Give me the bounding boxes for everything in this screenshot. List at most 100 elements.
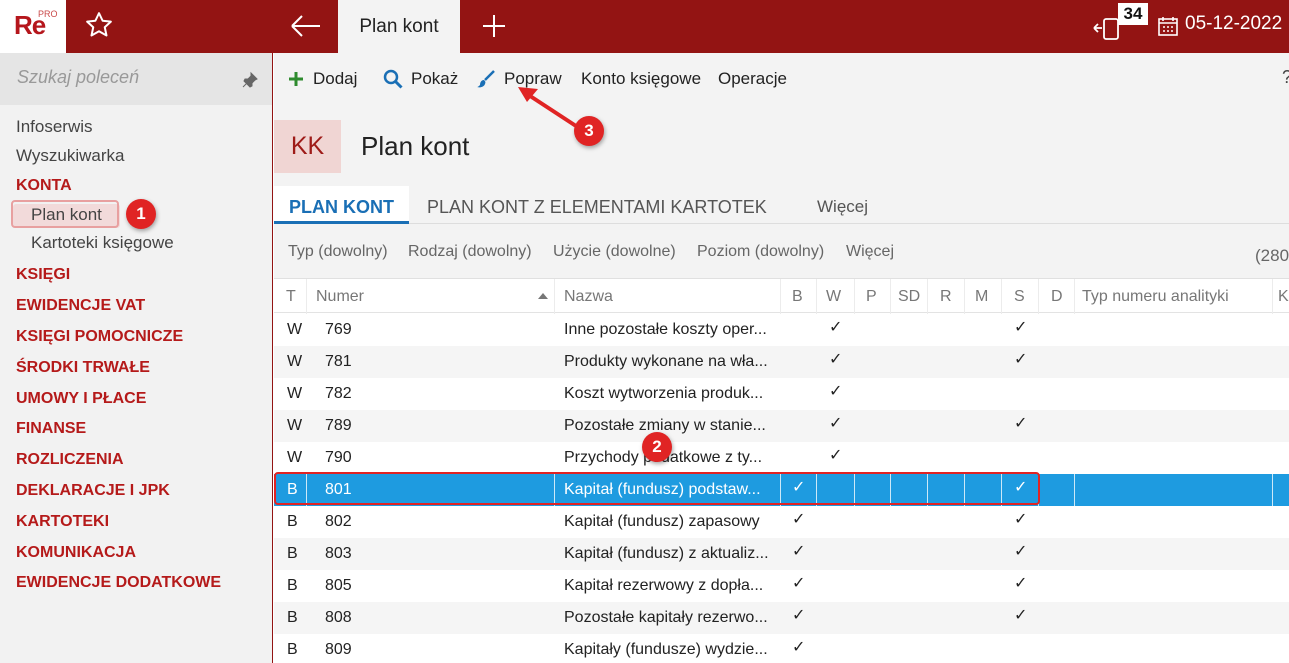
table-row[interactable]: W 789 Pozostałe zmiany w stanie... ✓ ✓ — [274, 410, 1289, 442]
cell-numer: 790 — [325, 449, 352, 466]
column-header-k[interactable]: K — [1278, 288, 1289, 306]
column-header-t[interactable]: T — [286, 288, 296, 306]
table-row[interactable]: W 782 Koszt wytworzenia produk... ✓ — [274, 378, 1289, 410]
table-row[interactable]: B 802 Kapitał (fundusz) zapasowy ✓ ✓ — [274, 506, 1289, 538]
column-header-r[interactable]: R — [940, 288, 952, 306]
sidebar-item-kartoteki-ksiegowe[interactable]: Kartoteki księgowe — [31, 233, 174, 253]
filter-more[interactable]: Więcej — [846, 243, 894, 261]
checkmark-icon: ✓ — [1014, 415, 1028, 432]
help-button[interactable]: ? — [1282, 67, 1289, 88]
tab-plan-kont[interactable]: PLAN KONT — [274, 186, 409, 224]
cell-numer: 789 — [325, 417, 352, 434]
add-button[interactable]: Dodaj — [287, 69, 357, 89]
cell-numer: 809 — [325, 641, 352, 658]
show-button[interactable]: Pokaż — [383, 69, 458, 89]
tab-plan-kont-window[interactable]: Plan kont — [338, 0, 460, 53]
tab-more[interactable]: Więcej — [817, 197, 868, 217]
sidebar-section-srodki-trwale[interactable]: ŚRODKI TRWAŁE — [16, 359, 150, 377]
column-header-d[interactable]: D — [1051, 288, 1063, 306]
sidebar-section-konta[interactable]: KONTA — [16, 177, 72, 195]
annotation-marker-1: 1 — [126, 199, 156, 229]
filter-uzycie[interactable]: Użycie (dowolne) — [553, 243, 676, 261]
filter-rodzaj[interactable]: Rodzaj (dowolny) — [408, 243, 532, 261]
highlight-outline-selected-row — [274, 472, 1040, 505]
brush-icon — [477, 70, 495, 88]
notification-badge[interactable]: 34 — [1118, 3, 1148, 25]
cell-t: W — [287, 385, 303, 402]
sidebar-section-deklaracje-i-jpk[interactable]: DEKLARACJE I JPK — [16, 482, 170, 500]
table-row[interactable]: B 803 Kapitał (fundusz) z aktualiz... ✓ ✓ — [274, 538, 1289, 570]
annotation-marker-2: 2 — [642, 432, 672, 462]
table-row[interactable]: W 769 Inne pozostałe koszty oper... ✓ ✓ — [274, 314, 1289, 346]
sidebar-section-kartoteki[interactable]: KARTOTEKI — [16, 513, 109, 531]
app-logo[interactable]: Re PRO — [0, 0, 66, 53]
page-badge: KK — [274, 120, 341, 173]
record-count: (280 — [1255, 246, 1289, 265]
sidebar-section-rozliczenia[interactable]: ROZLICZENIA — [16, 451, 124, 469]
sidebar-section-umowy-i-place[interactable]: UMOWY I PŁACE — [16, 390, 146, 408]
sidebar-section-ewidencje-vat[interactable]: EWIDENCJE VAT — [16, 297, 145, 315]
cell-t: W — [287, 417, 303, 434]
column-header-typ-numeru[interactable]: Typ numeru analityki — [1082, 288, 1229, 306]
account-button[interactable]: Konto księgowe — [581, 69, 701, 89]
column-header-nazwa[interactable]: Nazwa — [564, 288, 613, 306]
table-row[interactable]: W 781 Produkty wykonane na wła... ✓ ✓ — [274, 346, 1289, 378]
filter-poziom[interactable]: Poziom (dowolny) — [697, 243, 824, 261]
search-icon — [383, 69, 403, 89]
checkmark-icon: ✓ — [1014, 543, 1028, 560]
table-row[interactable]: B 809 Kapitały (fundusze) wydzie... ✓ — [274, 634, 1289, 663]
back-arrow-icon[interactable] — [288, 12, 322, 40]
sidebar-item-infoserwis[interactable]: Infoserwis — [16, 117, 93, 137]
sidebar-section-finanse[interactable]: FINANSE — [16, 420, 86, 438]
account-button-label: Konto księgowe — [581, 69, 702, 88]
column-header-numer[interactable]: Numer — [316, 288, 364, 306]
cell-t: B — [287, 641, 298, 658]
tab-bar: PLAN KONT PLAN KONT Z ELEMENTAMI KARTOTE… — [274, 186, 1289, 224]
operations-button[interactable]: Operacje — [718, 69, 787, 89]
table-row[interactable]: B 808 Pozostałe kapitały rezerwo... ✓ ✓ — [274, 602, 1289, 634]
plus-icon — [289, 72, 303, 86]
sidebar-item-wyszukiwarka[interactable]: Wyszukiwarka — [16, 146, 124, 166]
sidebar-section-ksiegi[interactable]: KSIĘGI — [16, 266, 70, 284]
sidebar-section-ewidencje-dodatkowe[interactable]: EWIDENCJE DODATKOWE — [16, 574, 221, 592]
cell-nazwa: Kapitał rezerwowy z dopła... — [564, 577, 764, 594]
filter-bar: Typ (dowolny) Rodzaj (dowolny) Użycie (d… — [274, 239, 1289, 269]
pin-icon[interactable] — [241, 71, 259, 89]
column-header-sd[interactable]: SD — [898, 288, 920, 306]
column-header-b[interactable]: B — [792, 288, 803, 306]
column-header-s[interactable]: S — [1014, 288, 1025, 306]
annotation-arrow-icon — [518, 87, 578, 128]
checkmark-icon: ✓ — [792, 543, 806, 560]
accounts-table: T Numer Nazwa B W P SD R M S D Typ numer… — [274, 278, 1289, 663]
tab-plan-kont-z-elementami[interactable]: PLAN KONT Z ELEMENTAMI KARTOTEK — [427, 197, 767, 218]
search-box — [0, 53, 272, 105]
filter-typ[interactable]: Typ (dowolny) — [288, 243, 388, 261]
cell-numer: 805 — [325, 577, 352, 594]
sort-asc-icon — [538, 293, 548, 299]
current-date[interactable]: 05-12-2022 — [1185, 13, 1282, 35]
star-icon[interactable] — [84, 10, 114, 40]
sidebar-section-komunikacja[interactable]: KOMUNIKACJA — [16, 544, 136, 562]
logo-badge: PRO — [38, 9, 58, 19]
table-row[interactable]: B 805 Kapitał rezerwowy z dopła... ✓ ✓ — [274, 570, 1289, 602]
table-row[interactable]: W 790 Przychody podatkowe z ty... ✓ — [274, 442, 1289, 474]
cell-numer: 808 — [325, 609, 352, 626]
cell-t: B — [287, 609, 298, 626]
checkmark-icon: ✓ — [829, 319, 843, 336]
cell-nazwa: Przychody podatkowe z ty... — [564, 449, 763, 466]
column-header-w[interactable]: W — [826, 288, 841, 306]
cell-numer: 769 — [325, 321, 352, 338]
column-header-p[interactable]: P — [866, 288, 877, 306]
checkmark-icon: ✓ — [1014, 575, 1028, 592]
cell-numer: 803 — [325, 545, 352, 562]
cell-nazwa: Pozostałe zmiany w stanie... — [564, 417, 766, 434]
operations-button-label: Operacje — [718, 69, 787, 88]
column-header-m[interactable]: M — [975, 288, 988, 306]
cell-nazwa: Koszt wytworzenia produk... — [564, 385, 764, 402]
checkmark-icon: ✓ — [1014, 511, 1028, 528]
search-input[interactable] — [17, 67, 237, 88]
plus-icon[interactable] — [480, 12, 508, 40]
checkmark-icon: ✓ — [792, 511, 806, 528]
highlight-outline-plan-kont — [11, 200, 119, 228]
sidebar-section-ksiegi-pomocnicze[interactable]: KSIĘGI POMOCNICZE — [16, 328, 183, 346]
